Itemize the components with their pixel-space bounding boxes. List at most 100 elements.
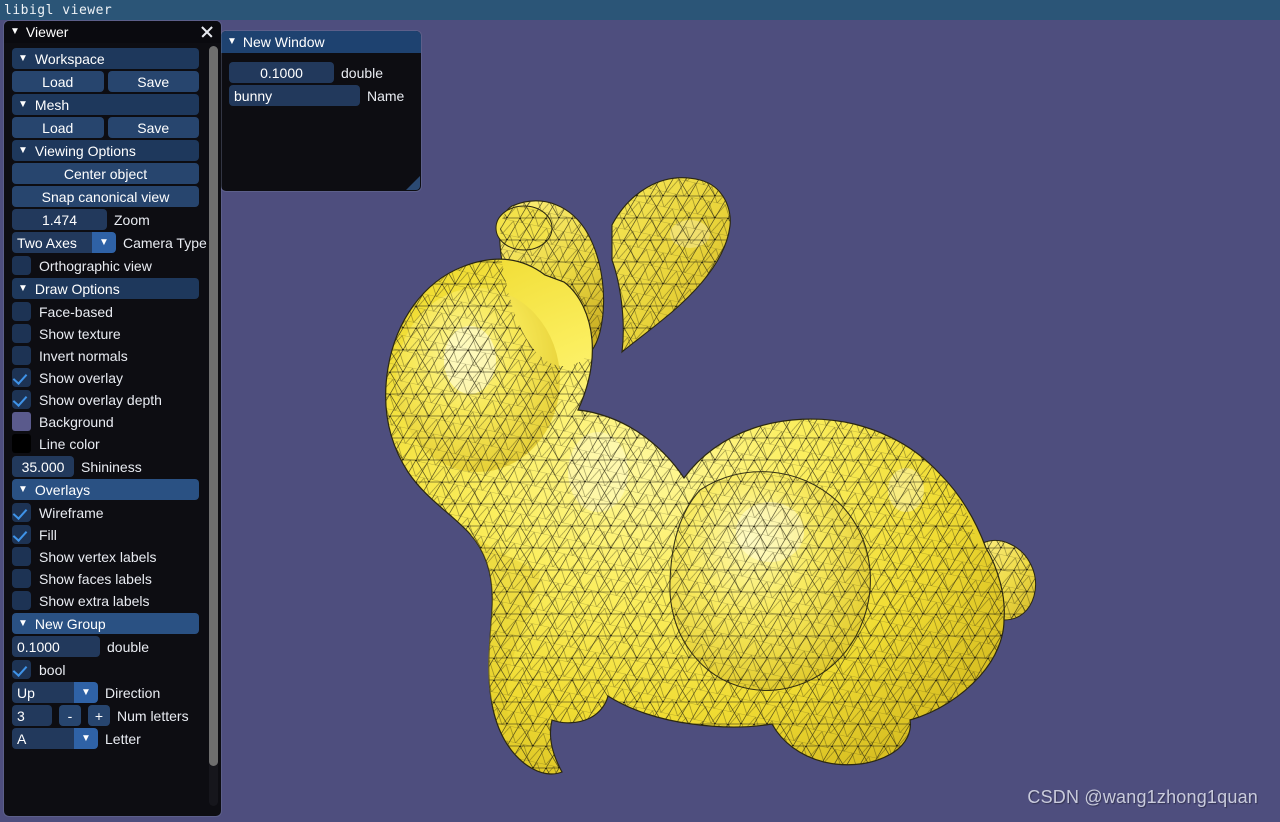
new-group-bool-row[interactable]: bool [12,660,199,679]
fill-checkbox[interactable] [12,525,31,544]
face-based-label: Face-based [39,303,113,320]
mesh-button-row: Load Save [12,117,199,138]
show-overlay-checkbox[interactable] [12,368,31,387]
chevron-down-icon[interactable]: ▼ [74,728,98,749]
resize-grip-icon[interactable] [406,176,420,190]
collapse-caret-icon[interactable]: ▼ [227,37,237,47]
invert-normals-checkbox[interactable] [12,346,31,365]
line-color-row[interactable]: Line color [12,434,199,453]
section-header-viewing-options[interactable]: ▼ Viewing Options [12,140,199,161]
zoom-input[interactable]: 1.474 [12,209,107,230]
show-texture-checkbox[interactable] [12,324,31,343]
section-label-viewing-options: Viewing Options [34,142,136,159]
invert-normals-row[interactable]: Invert normals [12,346,199,365]
collapse-caret-icon[interactable]: ▼ [18,283,28,294]
show-overlay-row[interactable]: Show overlay [12,368,199,387]
line-color-label: Line color [39,435,100,452]
line-color-swatch[interactable] [12,434,31,453]
wireframe-row[interactable]: Wireframe [12,503,199,522]
section-header-mesh[interactable]: ▼ Mesh [12,94,199,115]
face-based-row[interactable]: Face-based [12,302,199,321]
new-group-double-label: double [107,638,150,655]
chevron-down-icon[interactable]: ▼ [74,682,98,703]
shininess-row: 35.000 Shininess [12,456,199,477]
collapse-caret-icon[interactable]: ▼ [10,27,20,37]
background-color-row[interactable]: Background [12,412,199,431]
new-window-panel-title: New Window [242,34,325,50]
viewer-panel-body: ▼ Workspace Load Save ▼ Mesh Load Save ▼… [4,43,221,816]
direction-select[interactable]: Up ▼ [12,682,98,703]
section-label-draw-options: Draw Options [34,280,120,297]
shininess-input[interactable]: 35.000 [12,456,74,477]
show-extra-labels-label: Show extra labels [39,592,150,609]
new-group-double-input[interactable]: 0.1000 [12,636,100,657]
new-window-double-input[interactable]: 0.1000 [229,62,334,83]
collapse-caret-icon[interactable]: ▼ [18,618,28,629]
letter-value: A [12,728,74,749]
viewer-scrollbar-thumb[interactable] [209,46,218,766]
show-overlay-depth-label: Show overlay depth [39,391,162,408]
mesh-load-button[interactable]: Load [12,117,104,138]
collapse-caret-icon[interactable]: ▼ [18,484,28,495]
letter-label: Letter [105,730,141,747]
wireframe-checkbox[interactable] [12,503,31,522]
center-object-button[interactable]: Center object [12,163,199,184]
show-texture-row[interactable]: Show texture [12,324,199,343]
show-vertex-labels-checkbox[interactable] [12,547,31,566]
show-faces-labels-row[interactable]: Show faces labels [12,569,199,588]
snap-canonical-view-button[interactable]: Snap canonical view [12,186,199,207]
show-overlay-depth-row[interactable]: Show overlay depth [12,390,199,409]
letter-row: A ▼ Letter [12,728,199,749]
workspace-button-row: Load Save [12,71,199,92]
mesh-save-button[interactable]: Save [107,117,199,138]
viewer-panel-title: Viewer [25,24,69,40]
new-group-bool-checkbox[interactable] [12,660,31,679]
new-window-panel-body: 0.1000 double bunny Name [221,53,421,106]
num-letters-increment-button[interactable]: + [88,705,110,726]
new-group-double-row: 0.1000 double [12,636,199,657]
direction-row: Up ▼ Direction [12,682,199,703]
section-header-draw-options[interactable]: ▼ Draw Options [12,278,199,299]
show-vertex-labels-row[interactable]: Show vertex labels [12,547,199,566]
camera-type-select[interactable]: Two Axes ▼ [12,232,116,253]
num-letters-decrement-button[interactable]: - [59,705,81,726]
show-overlay-label: Show overlay [39,369,124,386]
background-color-swatch[interactable] [12,412,31,431]
viewer-panel[interactable]: ▼ Viewer ▼ Workspace Load Save ▼ Mesh Lo… [4,21,221,816]
face-based-checkbox[interactable] [12,302,31,321]
section-header-new-group[interactable]: ▼ New Group [12,613,199,634]
workspace-save-button[interactable]: Save [107,71,199,92]
show-vertex-labels-label: Show vertex labels [39,548,157,565]
section-header-overlays[interactable]: ▼ Overlays [12,479,199,500]
letter-select[interactable]: A ▼ [12,728,98,749]
num-letters-input[interactable]: 3 [12,705,52,726]
viewer-panel-header[interactable]: ▼ Viewer [4,21,221,43]
orthographic-view-row[interactable]: Orthographic view [12,256,199,275]
chevron-down-icon[interactable]: ▼ [92,232,116,253]
viewer-scrollbar-track[interactable] [209,46,218,806]
workspace-load-button[interactable]: Load [12,71,104,92]
new-window-name-input[interactable]: bunny [229,85,360,106]
show-extra-labels-row[interactable]: Show extra labels [12,591,199,610]
new-window-panel[interactable]: ▼ New Window 0.1000 double bunny Name [221,31,421,191]
fill-row[interactable]: Fill [12,525,199,544]
show-extra-labels-checkbox[interactable] [12,591,31,610]
wireframe-label: Wireframe [39,504,104,521]
orthographic-view-checkbox[interactable] [12,256,31,275]
show-faces-labels-checkbox[interactable] [12,569,31,588]
app-root: libigl viewer CSDN @wang1zhong1quan ▼ Ne… [0,0,1280,822]
new-group-bool-label: bool [39,661,66,678]
close-icon[interactable] [199,24,215,40]
new-window-name-label: Name [367,87,405,104]
window-titlebar: libigl viewer [0,0,1280,20]
collapse-caret-icon[interactable]: ▼ [18,53,28,64]
viewer-controls-list: ▼ Workspace Load Save ▼ Mesh Load Save ▼… [4,48,207,749]
collapse-caret-icon[interactable]: ▼ [18,145,28,156]
camera-type-label: Camera Type [123,234,207,251]
direction-label: Direction [105,684,161,701]
section-header-workspace[interactable]: ▼ Workspace [12,48,199,69]
collapse-caret-icon[interactable]: ▼ [18,99,28,110]
zoom-row: 1.474 Zoom [12,209,199,230]
new-window-panel-header[interactable]: ▼ New Window [221,31,421,53]
show-overlay-depth-checkbox[interactable] [12,390,31,409]
